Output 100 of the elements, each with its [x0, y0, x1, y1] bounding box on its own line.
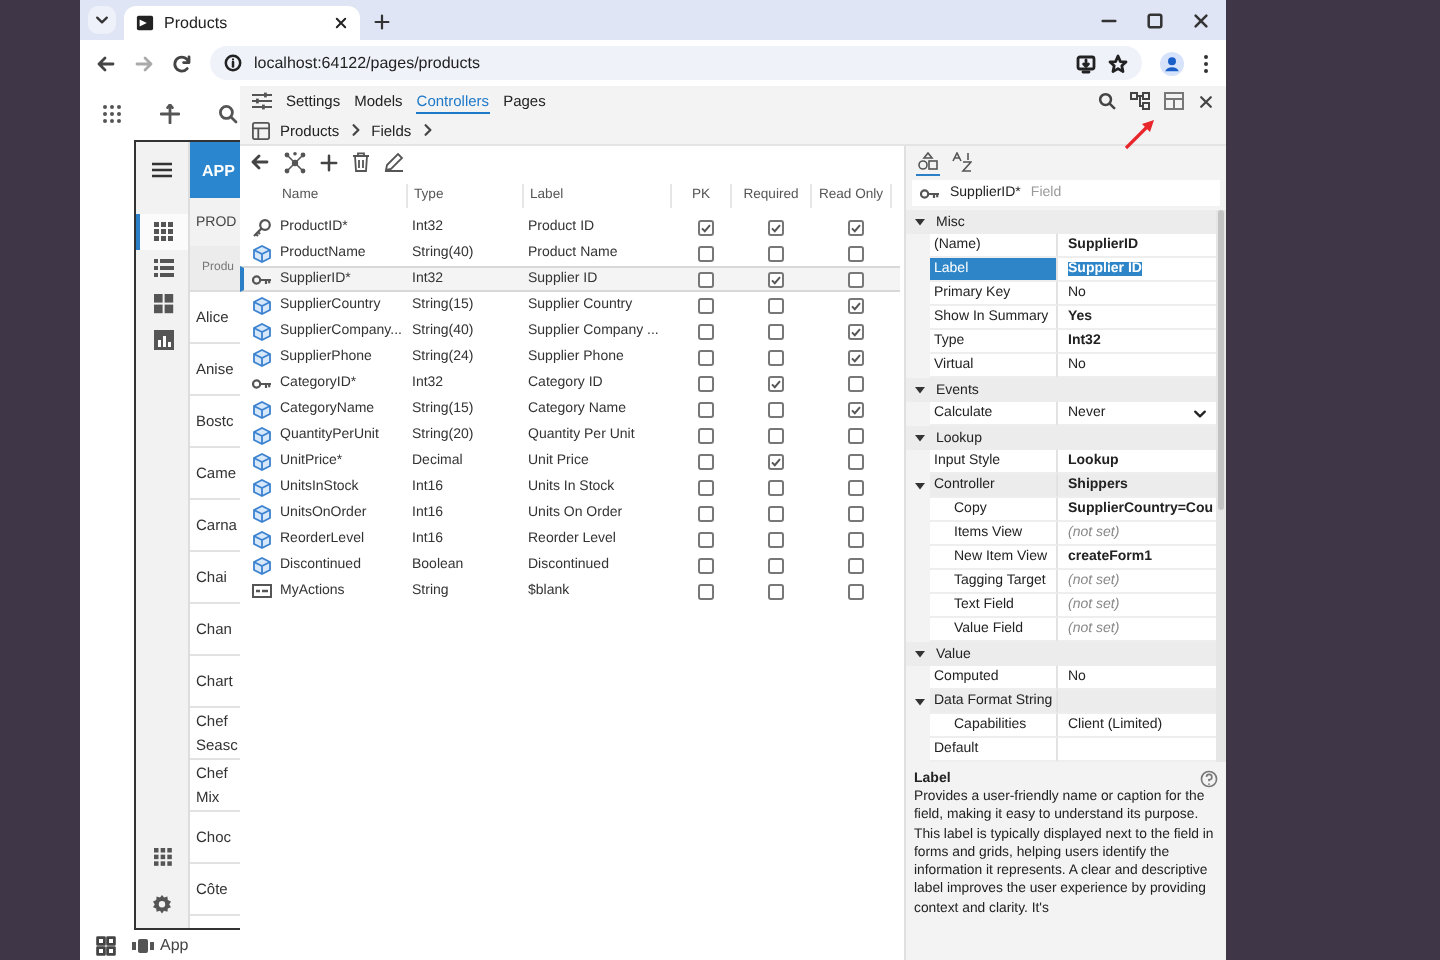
- nodes-icon[interactable]: [284, 151, 306, 173]
- maximize-icon[interactable]: [1146, 12, 1164, 30]
- install-app-icon[interactable]: [1076, 53, 1096, 73]
- scrollbar[interactable]: [1216, 210, 1226, 762]
- checkbox[interactable]: [698, 245, 714, 261]
- add-icon[interactable]: [320, 153, 338, 171]
- checkbox[interactable]: [848, 245, 864, 261]
- menu-dots-icon[interactable]: [1202, 53, 1210, 73]
- nav-item[interactable]: [136, 214, 188, 250]
- checkbox[interactable]: [768, 453, 784, 469]
- checkbox[interactable]: [848, 219, 864, 235]
- tab-list-button[interactable]: [88, 6, 116, 34]
- checkbox[interactable]: [768, 427, 784, 443]
- checkbox[interactable]: [698, 531, 714, 547]
- checkbox[interactable]: [698, 323, 714, 339]
- checkbox[interactable]: [768, 323, 784, 339]
- expand-triangle-icon[interactable]: [914, 432, 926, 444]
- sliders-icon[interactable]: [252, 92, 272, 110]
- checkbox[interactable]: [848, 557, 864, 573]
- checkbox[interactable]: [698, 583, 714, 599]
- checkbox[interactable]: [848, 297, 864, 313]
- apps-grid-icon[interactable]: [153, 847, 171, 865]
- chevron-down-icon[interactable]: [94, 12, 110, 28]
- profile-avatar-icon[interactable]: [1160, 51, 1184, 75]
- layout-grid-icon[interactable]: [1164, 92, 1184, 110]
- checkbox[interactable]: [768, 583, 784, 599]
- checkbox[interactable]: [698, 271, 714, 287]
- checkbox[interactable]: [768, 557, 784, 573]
- list-view-icon: [154, 258, 174, 278]
- checkbox[interactable]: [848, 349, 864, 365]
- window-close-icon[interactable]: [1192, 12, 1210, 30]
- table-icon: [252, 121, 270, 139]
- checkbox[interactable]: [698, 505, 714, 521]
- action-bar-icon: [252, 584, 272, 598]
- address-bar[interactable]: localhost:64122/pages/products: [210, 46, 1142, 80]
- settings-icon[interactable]: [152, 894, 172, 914]
- checkbox[interactable]: [698, 375, 714, 391]
- url-text: localhost:64122/pages/products: [254, 54, 482, 72]
- sort-mode-tab[interactable]: [916, 150, 940, 176]
- edit-pen-icon[interactable]: [384, 152, 404, 172]
- dropdown-chevron-icon[interactable]: [1192, 405, 1208, 421]
- tab-close-icon[interactable]: [334, 16, 348, 30]
- expand-triangle-icon[interactable]: [914, 480, 926, 492]
- widgets-icon[interactable]: [96, 935, 116, 955]
- checkbox[interactable]: [768, 375, 784, 391]
- checkbox[interactable]: [768, 245, 784, 261]
- menu-icon[interactable]: [152, 162, 172, 178]
- database-field-icon: [252, 399, 272, 419]
- checkbox[interactable]: [768, 505, 784, 521]
- apps-grid-icon[interactable]: [102, 103, 122, 123]
- checkbox[interactable]: [768, 401, 784, 417]
- star-icon[interactable]: [1108, 53, 1128, 73]
- database-field-icon: [252, 477, 272, 497]
- checkbox[interactable]: [848, 375, 864, 391]
- checkbox[interactable]: [698, 453, 714, 469]
- checkbox[interactable]: [768, 479, 784, 495]
- expand-triangle-icon[interactable]: [914, 696, 926, 708]
- checkbox[interactable]: [698, 479, 714, 495]
- new-tab-icon[interactable]: [374, 14, 390, 30]
- search-icon[interactable]: [1098, 92, 1116, 110]
- sort-mode-tab[interactable]: [950, 150, 974, 176]
- checkbox[interactable]: [848, 531, 864, 547]
- chart-view-icon: [154, 330, 174, 350]
- site-info-icon[interactable]: [224, 54, 242, 72]
- close-icon[interactable]: [1198, 93, 1214, 109]
- hierarchy-icon[interactable]: [1130, 92, 1150, 110]
- back-arrow-icon[interactable]: [250, 152, 270, 172]
- browser-tab[interactable]: Products: [124, 6, 360, 40]
- checkbox[interactable]: [698, 349, 714, 365]
- checkbox[interactable]: [698, 219, 714, 235]
- checkbox[interactable]: [698, 427, 714, 443]
- checkbox[interactable]: [848, 323, 864, 339]
- move-icon[interactable]: [160, 103, 180, 123]
- expand-triangle-icon[interactable]: [914, 648, 926, 660]
- expand-triangle-icon[interactable]: [914, 216, 926, 228]
- checkbox[interactable]: [848, 505, 864, 521]
- checkbox[interactable]: [848, 453, 864, 469]
- checkbox[interactable]: [848, 583, 864, 599]
- search-icon[interactable]: [218, 103, 238, 123]
- app-button[interactable]: App: [132, 936, 189, 954]
- help-icon[interactable]: [1200, 769, 1218, 787]
- checkbox[interactable]: [768, 219, 784, 235]
- checkbox[interactable]: [848, 271, 864, 287]
- back-icon[interactable]: [96, 53, 116, 73]
- database-field-icon: [252, 529, 272, 549]
- tab-title: Products: [164, 14, 230, 32]
- database-field-icon: [252, 347, 272, 367]
- expand-triangle-icon[interactable]: [914, 384, 926, 396]
- checkbox[interactable]: [768, 297, 784, 313]
- checkbox[interactable]: [768, 531, 784, 547]
- checkbox[interactable]: [768, 349, 784, 365]
- reload-icon[interactable]: [172, 53, 192, 73]
- trash-icon[interactable]: [352, 152, 370, 172]
- checkbox[interactable]: [698, 401, 714, 417]
- checkbox[interactable]: [848, 427, 864, 443]
- checkbox[interactable]: [698, 557, 714, 573]
- checkbox[interactable]: [848, 479, 864, 495]
- checkbox[interactable]: [848, 401, 864, 417]
- checkbox[interactable]: [698, 297, 714, 313]
- checkbox[interactable]: [768, 271, 784, 287]
